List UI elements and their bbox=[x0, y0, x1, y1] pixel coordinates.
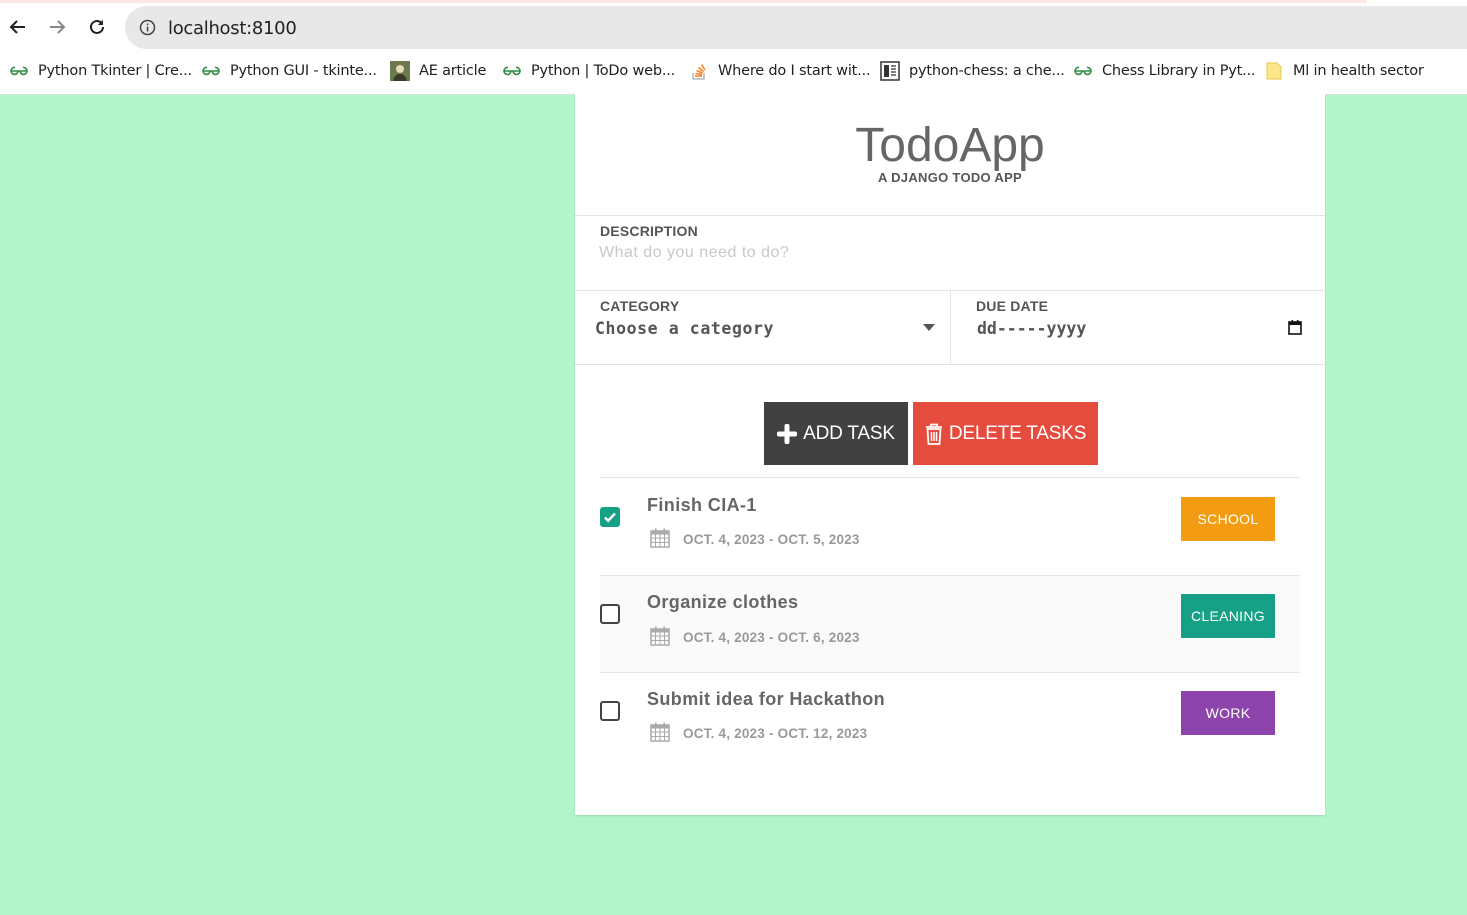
calendar-icon bbox=[650, 722, 670, 742]
avatar-icon bbox=[390, 61, 410, 81]
due-date-label: DUE DATE bbox=[976, 298, 1049, 314]
tab-strip-edge bbox=[0, 0, 1367, 3]
due-date-input[interactable]: dd-----yyyy bbox=[977, 314, 1302, 342]
bookmark-label: Where do I start wit... bbox=[718, 63, 871, 79]
gfg-icon bbox=[1073, 61, 1093, 81]
reload-icon bbox=[90, 19, 104, 34]
task-end-date: OCT. 6, 2023 bbox=[777, 630, 860, 645]
back-button[interactable] bbox=[4, 13, 32, 41]
calendar-picker-icon[interactable] bbox=[1288, 320, 1302, 335]
back-arrow-icon bbox=[9, 20, 25, 34]
plus-icon bbox=[777, 423, 798, 444]
divider bbox=[575, 215, 1325, 216]
gfg-icon bbox=[9, 61, 29, 81]
category-select[interactable]: Choose a category bbox=[595, 314, 935, 342]
forward-button[interactable] bbox=[43, 13, 71, 41]
task-checkbox[interactable] bbox=[600, 604, 620, 624]
task-item: Submit idea for Hackathon OCT. 4, 2023- O… bbox=[600, 673, 1300, 770]
category-selected-value: Choose a category bbox=[595, 318, 775, 338]
task-checkbox[interactable] bbox=[600, 701, 620, 721]
bookmark-label: Python GUI - tkinte... bbox=[230, 63, 377, 79]
task-start-date: OCT. 4, 2023 bbox=[683, 630, 765, 645]
category-badge-school: SCHOOL bbox=[1181, 497, 1275, 541]
task-end-date: OCT. 12, 2023 bbox=[777, 726, 868, 741]
description-label: DESCRIPTION bbox=[600, 223, 698, 239]
category-badge-work: WORK bbox=[1181, 691, 1275, 735]
todo-card: TodoApp A DJANGO TODO APP DESCRIPTION CA… bbox=[575, 94, 1325, 815]
bookmark-label: python-chess: a che... bbox=[909, 63, 1065, 79]
date-separator: - bbox=[768, 726, 774, 741]
bookmark-label: Python Tkinter | Cre... bbox=[38, 63, 192, 79]
divider bbox=[575, 364, 1325, 365]
task-dates: OCT. 4, 2023- OCT. 6, 2023 bbox=[683, 630, 860, 645]
bookmark-item[interactable]: Python Tkinter | Cre... bbox=[9, 56, 192, 86]
address-bar[interactable]: localhost:8100 bbox=[125, 6, 1467, 49]
reload-button[interactable] bbox=[83, 13, 111, 41]
bookmark-item[interactable]: Python GUI - tkinte... bbox=[201, 56, 377, 86]
url-text: localhost:8100 bbox=[168, 18, 297, 39]
bookmarks-bar: Python Tkinter | Cre... Python GUI - tki… bbox=[0, 56, 1467, 86]
delete-tasks-label: DELETE TASKS bbox=[948, 422, 1087, 444]
calendar-icon bbox=[650, 528, 670, 548]
bookmark-item[interactable]: Where do I start wit... bbox=[689, 56, 871, 86]
task-end-date: OCT. 5, 2023 bbox=[777, 532, 860, 547]
task-checkbox[interactable] bbox=[600, 507, 620, 527]
calendar-icon bbox=[650, 626, 670, 646]
bookmark-item[interactable]: python-chess: a che... bbox=[880, 56, 1065, 86]
date-separator: - bbox=[768, 630, 774, 645]
task-item: Finish CIA-1 OCT. 4, 2023- OCT. 5, 2023 S… bbox=[600, 478, 1300, 575]
task-dates: OCT. 4, 2023- OCT. 5, 2023 bbox=[683, 532, 860, 547]
note-icon bbox=[1264, 61, 1284, 81]
bookmark-label: Chess Library in Pyt... bbox=[1102, 63, 1256, 79]
task-dates: OCT. 4, 2023- OCT. 12, 2023 bbox=[683, 726, 867, 741]
forward-arrow-icon bbox=[50, 20, 66, 34]
task-name: Submit idea for Hackathon bbox=[647, 689, 886, 709]
task-start-date: OCT. 4, 2023 bbox=[683, 532, 765, 547]
date-separator: - bbox=[768, 532, 774, 547]
task-name: Finish CIA-1 bbox=[647, 495, 757, 515]
bookmark-label: AE article bbox=[419, 63, 487, 79]
bookmark-item[interactable]: Chess Library in Pyt... bbox=[1073, 56, 1256, 86]
category-badge-cleaning: CLEANING bbox=[1181, 594, 1275, 638]
info-icon[interactable] bbox=[139, 19, 156, 36]
gfg-icon bbox=[502, 61, 522, 81]
bookmark-item[interactable]: Ml in health sector bbox=[1264, 56, 1424, 86]
stackoverflow-icon bbox=[689, 61, 709, 81]
app-title: TodoApp bbox=[855, 119, 1045, 172]
delete-tasks-button[interactable]: DELETE TASKS bbox=[913, 402, 1098, 465]
add-task-button[interactable]: ADD TASK bbox=[764, 402, 908, 465]
app-subtitle: A DJANGO TODO APP bbox=[877, 170, 1023, 185]
trash-icon bbox=[925, 423, 943, 445]
description-input[interactable] bbox=[599, 241, 1289, 265]
field-separator bbox=[950, 291, 951, 364]
dropdown-arrow-icon bbox=[923, 324, 935, 331]
due-date-value: dd-----yyyy bbox=[977, 318, 1087, 338]
task-name: Organize clothes bbox=[647, 592, 799, 612]
checkmark-icon bbox=[604, 512, 616, 523]
task-item: Organize clothes OCT. 4, 2023- OCT. 6, 20… bbox=[600, 576, 1300, 673]
bookmark-item[interactable]: Python | ToDo web... bbox=[502, 56, 675, 86]
book-icon bbox=[880, 61, 900, 81]
bookmark-item[interactable]: AE article bbox=[390, 56, 486, 86]
gfg-icon bbox=[201, 61, 221, 81]
bookmark-label: Python | ToDo web... bbox=[531, 63, 676, 79]
browser-chrome: localhost:8100 Python Tkinter | Cre... P… bbox=[0, 0, 1467, 95]
task-start-date: OCT. 4, 2023 bbox=[683, 726, 765, 741]
bookmark-label: Ml in health sector bbox=[1293, 63, 1424, 79]
category-label: CATEGORY bbox=[600, 298, 680, 314]
add-task-label: ADD TASK bbox=[803, 422, 895, 444]
